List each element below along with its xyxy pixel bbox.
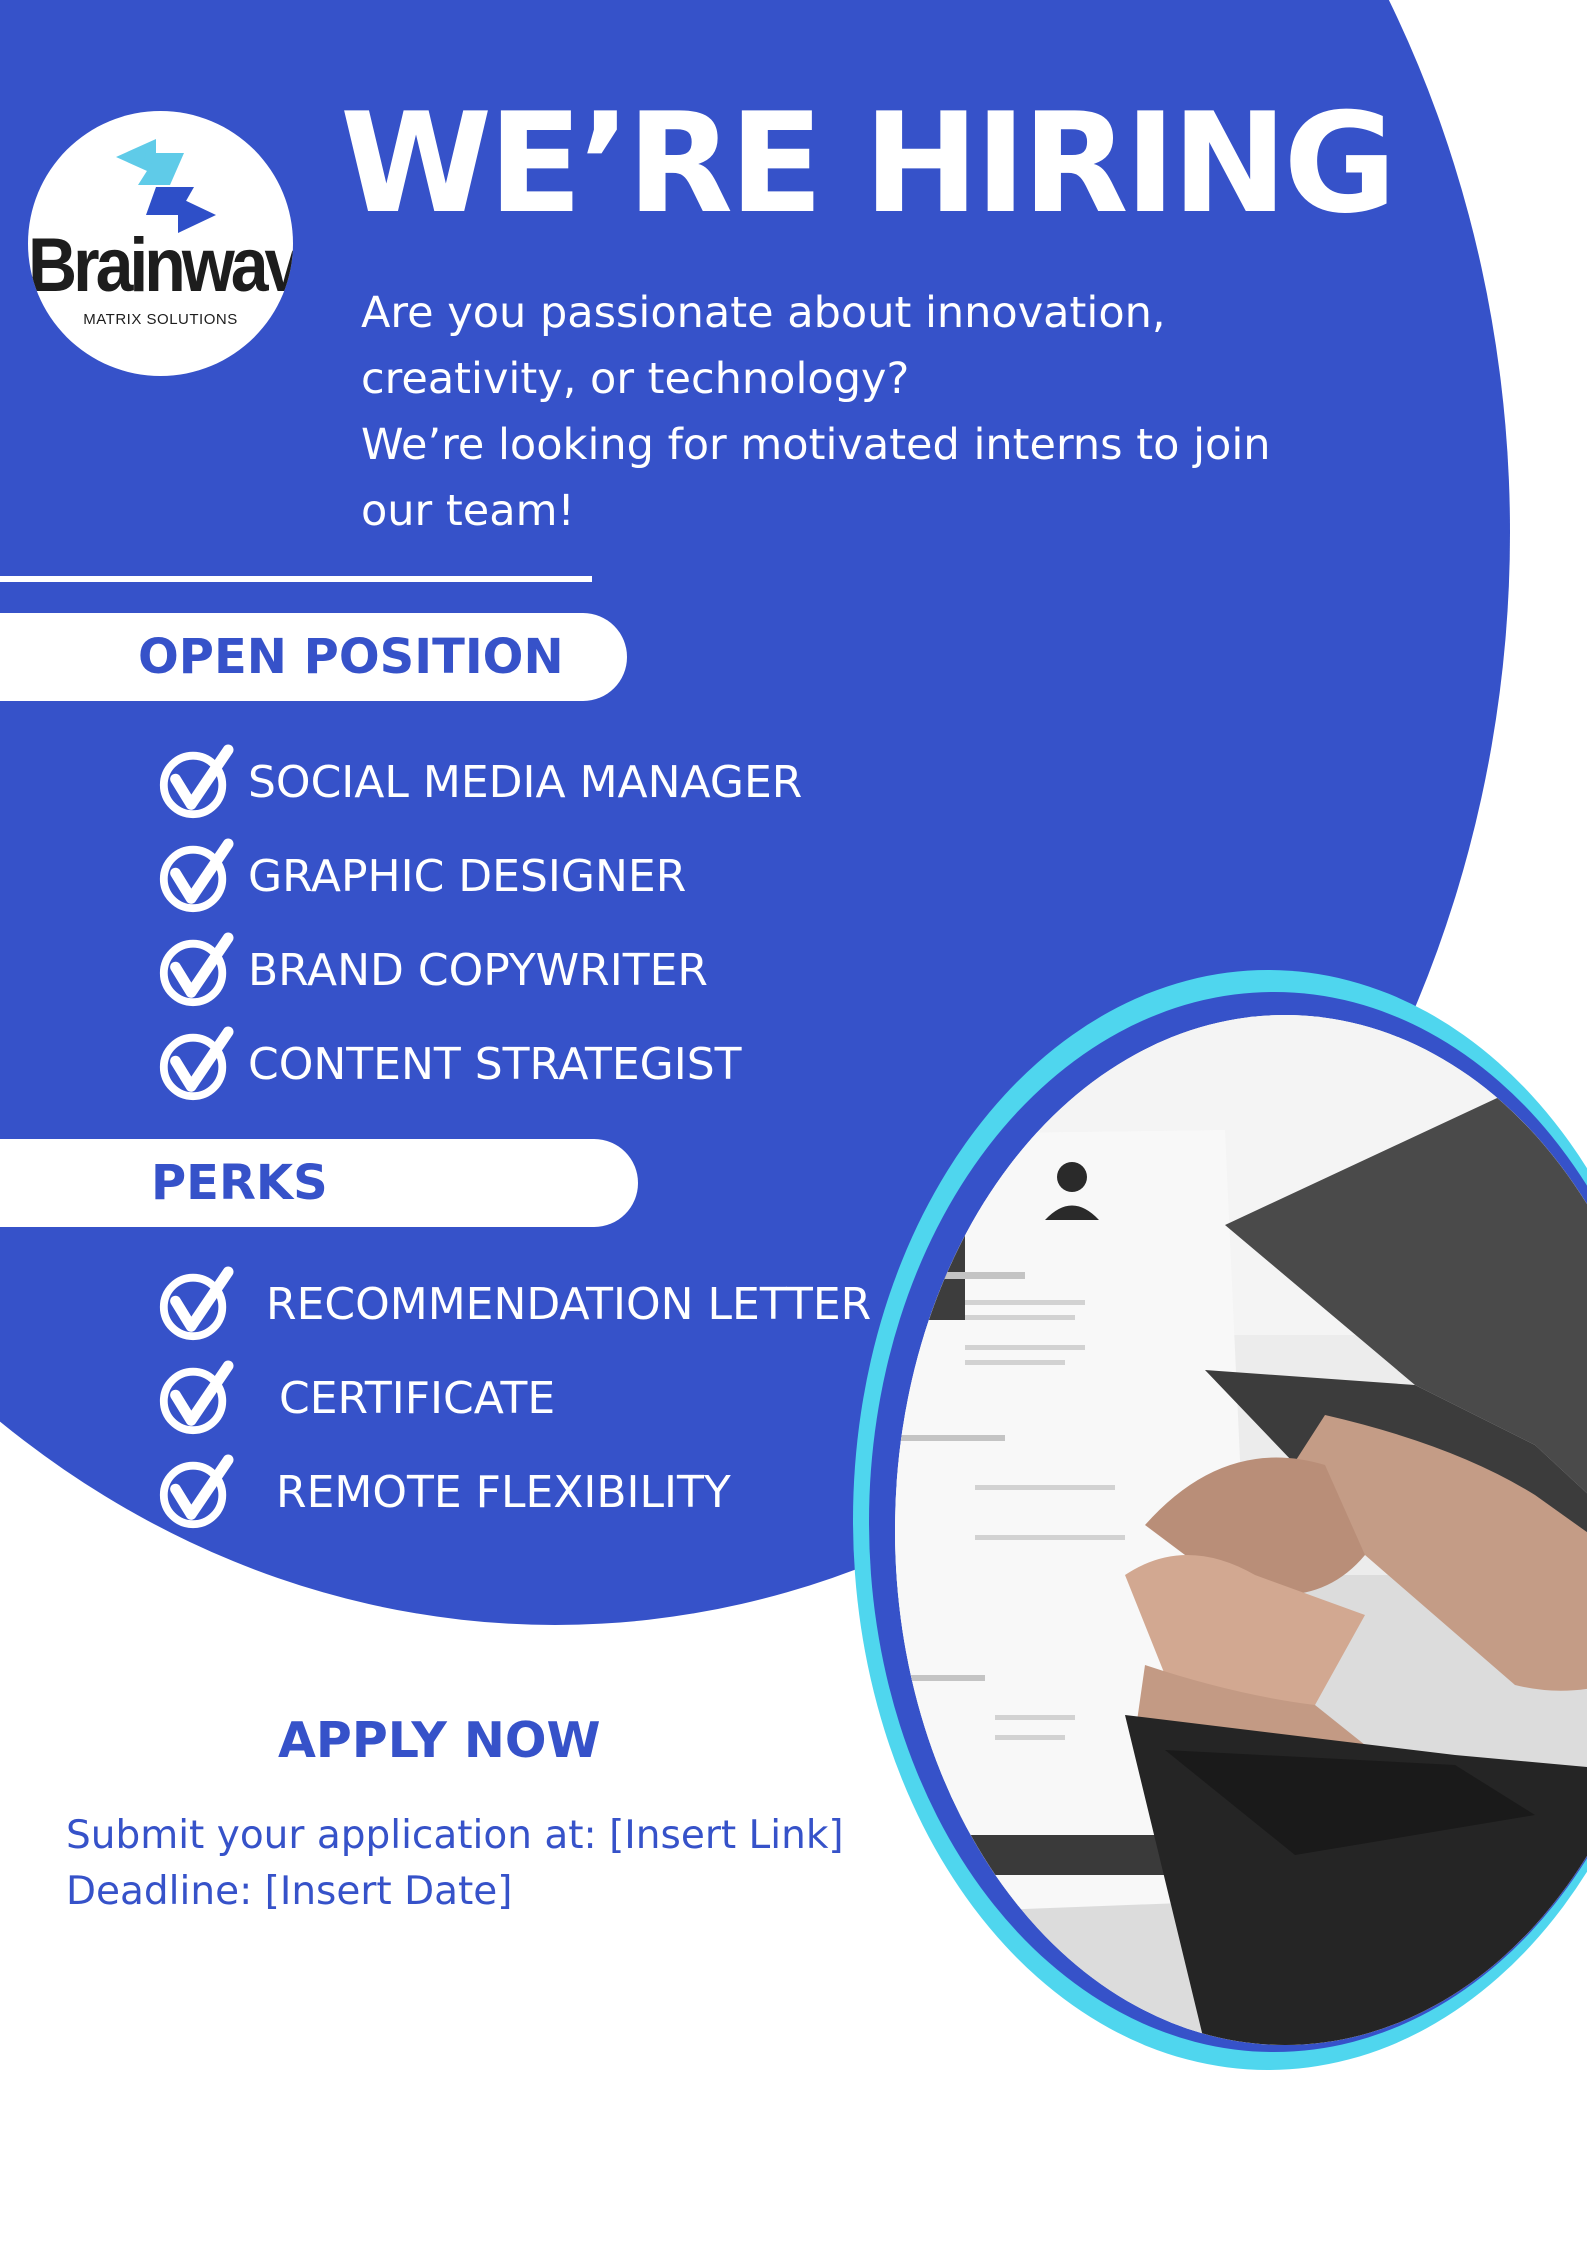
perks-banner: PERKS (0, 1139, 638, 1227)
page-title: WE’RE HIRING (340, 83, 1397, 244)
brainwave-logo: Brainwave MATRIX SOLUTIONS (28, 111, 293, 376)
perk-item: RECOMMENDATION LETTER (156, 1266, 896, 1346)
check-circle-icon (159, 1360, 234, 1435)
perk-label: RECOMMENDATION LETTER (266, 1279, 872, 1330)
perk-label: CERTIFICATE (279, 1373, 556, 1424)
position-item: GRAPHIC DESIGNER (156, 838, 876, 918)
position-label: SOCIAL MEDIA MANAGER (248, 757, 803, 808)
submit-link-text: Submit your application at: [Insert Link… (66, 1813, 844, 1858)
position-label: GRAPHIC DESIGNER (248, 851, 687, 902)
check-circle-icon (159, 1454, 234, 1529)
hiring-poster: Brainwave MATRIX SOLUTIONS WE’RE HIRING … (0, 0, 1587, 2245)
open-position-banner: OPEN POSITION (0, 613, 627, 701)
open-position-heading: OPEN POSITION (138, 629, 564, 685)
check-circle-icon (159, 1026, 234, 1101)
position-item: BRAND COPYWRITER (156, 932, 876, 1012)
perk-item: REMOTE FLEXIBILITY (156, 1454, 896, 1534)
logo-wordmark: Brainwave (28, 222, 293, 308)
divider (0, 576, 592, 582)
check-circle-icon (159, 744, 234, 819)
deadline-text: Deadline: [Insert Date] (66, 1869, 513, 1914)
intro-line: creativity, or technology? (361, 354, 910, 404)
logo-tagline: MATRIX SOLUTIONS (83, 311, 238, 328)
check-circle-icon (159, 1266, 234, 1341)
apply-now-heading: APPLY NOW (278, 1712, 601, 1769)
check-circle-icon (159, 932, 234, 1007)
check-circle-icon (159, 838, 234, 913)
intro-line: our team! (361, 486, 575, 536)
position-label: CONTENT STRATEGIST (248, 1039, 742, 1090)
position-item: SOCIAL MEDIA MANAGER (156, 744, 876, 824)
position-label: BRAND COPYWRITER (248, 945, 708, 996)
perks-heading: PERKS (151, 1155, 328, 1211)
intro-line: We’re looking for motivated interns to j… (361, 420, 1271, 470)
perk-item: CERTIFICATE (156, 1360, 896, 1440)
perk-label: REMOTE FLEXIBILITY (276, 1467, 731, 1518)
position-item: CONTENT STRATEGIST (156, 1026, 876, 1106)
intro-line: Are you passionate about innovation, (361, 288, 1166, 338)
intro-text: Are you passionate about innovation, cre… (361, 280, 1361, 544)
